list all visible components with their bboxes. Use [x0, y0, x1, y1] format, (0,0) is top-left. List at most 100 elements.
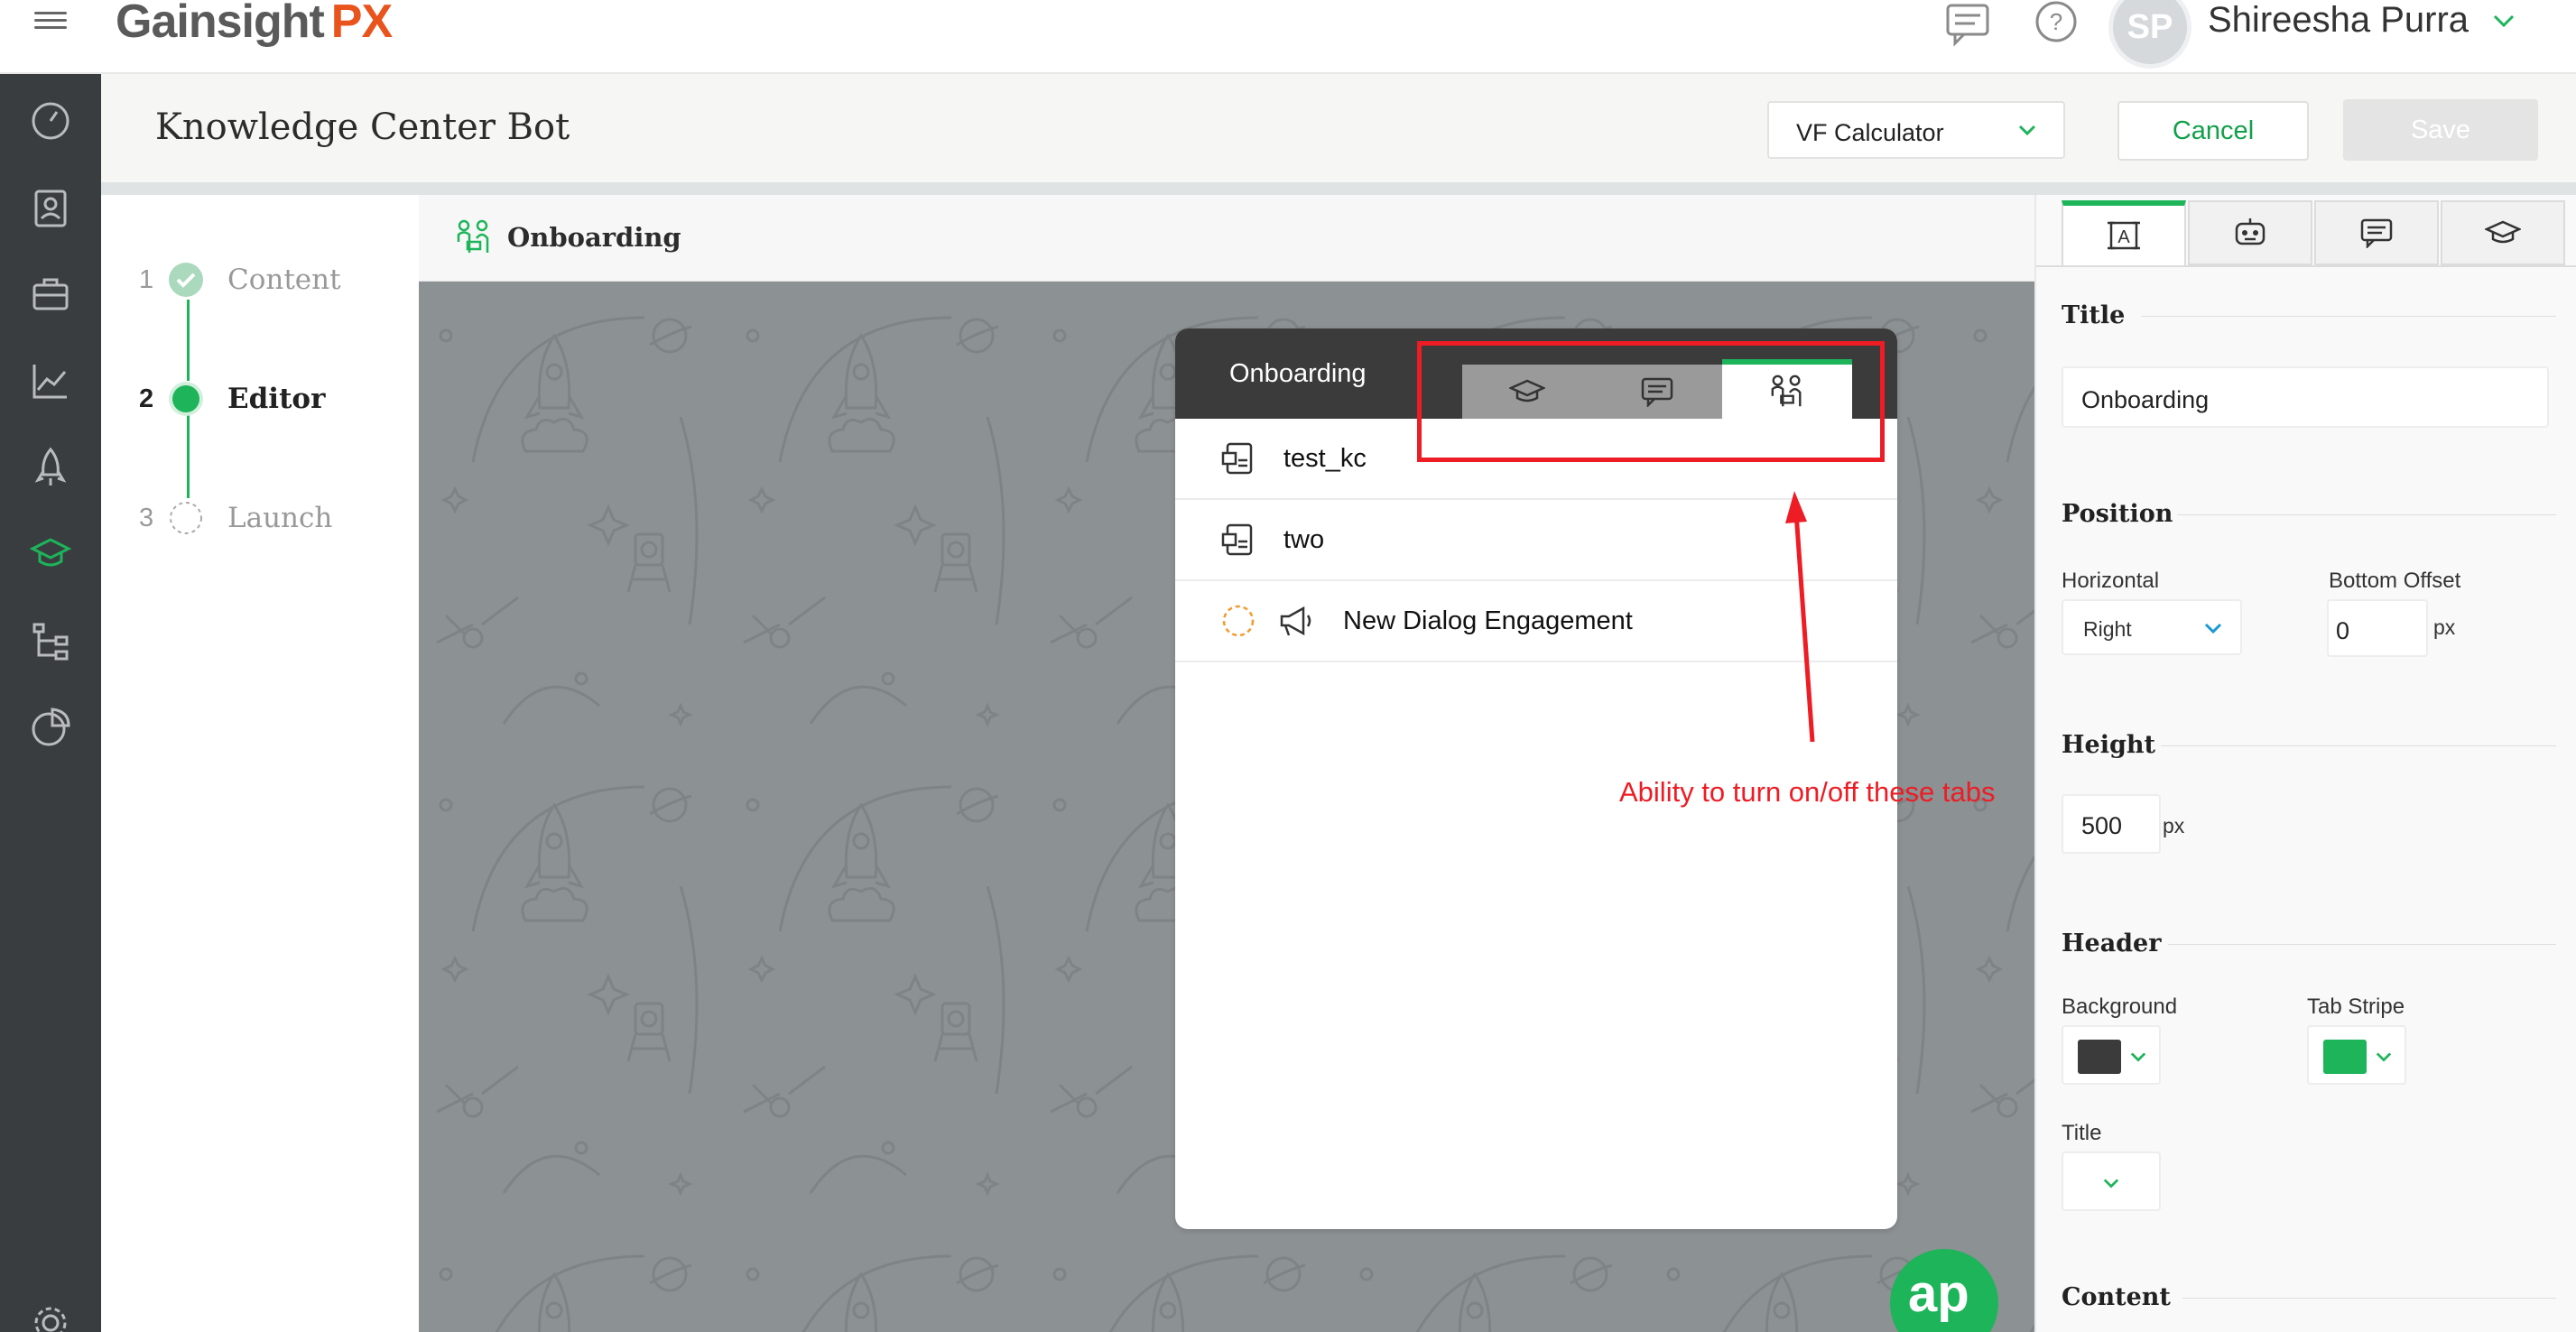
- app-logo[interactable]: Gainsight PX: [116, 0, 393, 49]
- help-icon[interactable]: ?: [2031, 0, 2081, 51]
- background-color-label: Background: [2062, 994, 2178, 1019]
- step-number: 2: [139, 384, 154, 413]
- line-chart-icon[interactable]: [23, 354, 78, 408]
- dashed-circle-icon: [170, 502, 202, 534]
- article-icon: [1221, 442, 1253, 475]
- section-position-heading: Position: [2062, 500, 2173, 528]
- horizontal-select-value: Right: [2083, 617, 2132, 641]
- tab-stripe-color-label: Tab Stripe: [2307, 994, 2405, 1019]
- section-divider: [2141, 316, 2556, 317]
- hamburger-menu-icon[interactable]: [34, 7, 67, 32]
- annotation-text: Ability to turn on/off these tabs: [1619, 776, 1996, 808]
- stepper: 1 Content 2 Editor 3 Launch: [101, 195, 419, 1332]
- step-label: Editor: [227, 383, 326, 415]
- chevron-down-icon: [2130, 1052, 2146, 1062]
- panel-tab-divider: [2036, 265, 2576, 267]
- section-header-heading: Header: [2062, 930, 2162, 957]
- chevron-down-icon[interactable]: [2488, 7, 2520, 34]
- pie-chart-icon[interactable]: [23, 700, 78, 754]
- widget-title: Onboarding: [1229, 359, 1367, 388]
- avatar-initials: SP: [2127, 7, 2173, 46]
- step-label: Launch: [227, 502, 333, 534]
- step-number: 3: [139, 503, 154, 532]
- list-item-label: test_kc: [1283, 443, 1367, 473]
- bottom-offset-label: Bottom Offset: [2329, 569, 2461, 593]
- section-divider: [2182, 1298, 2556, 1299]
- product-select-value: VF Calculator: [1796, 119, 1944, 146]
- section-divider: [2161, 745, 2556, 746]
- background-color-picker[interactable]: [2062, 1025, 2161, 1085]
- tab-stripe-color-picker[interactable]: [2307, 1025, 2406, 1085]
- annotation-arrow: [1785, 491, 1815, 743]
- horizontal-select[interactable]: Right: [2062, 599, 2242, 655]
- panel-tab-bot[interactable]: [2188, 200, 2312, 265]
- article-icon: [1221, 523, 1253, 556]
- cancel-button[interactable]: Cancel: [2117, 101, 2309, 161]
- rocket-icon[interactable]: [23, 440, 78, 495]
- list-item-label: two: [1283, 524, 1325, 554]
- panel-tab-general[interactable]: A: [2062, 200, 2186, 265]
- chevron-down-icon: [2204, 623, 2222, 634]
- text-frame-icon: A: [2108, 221, 2140, 250]
- dashed-circle-icon: [1222, 605, 1255, 637]
- list-item-label: New Dialog Engagement: [1343, 606, 1633, 635]
- section-height-heading: Height: [2062, 731, 2155, 759]
- briefcase-icon[interactable]: [23, 267, 78, 321]
- svg-text:?: ?: [2050, 8, 2062, 35]
- svg-text:A: A: [2117, 227, 2130, 247]
- logo-text: Gainsight: [116, 0, 325, 48]
- step-launch[interactable]: 3 Launch: [139, 500, 332, 536]
- section-title-heading: Title: [2062, 301, 2126, 329]
- bottom-offset-input[interactable]: 0: [2327, 599, 2428, 657]
- step-content[interactable]: 1 Content: [139, 262, 341, 298]
- chevron-down-icon: [2103, 1179, 2119, 1189]
- height-input[interactable]: 500: [2062, 794, 2161, 854]
- chat-bubble-icon: [2360, 218, 2393, 248]
- panel-tab-chat[interactable]: [2314, 200, 2439, 265]
- tab-stripe-color-swatch: [2323, 1040, 2367, 1074]
- step-label: Content: [227, 264, 341, 296]
- check-circle-icon: [169, 263, 203, 297]
- step-editor[interactable]: 2 Editor: [139, 381, 325, 417]
- megaphone-icon: [1280, 606, 1311, 636]
- active-step-circle-icon: [169, 382, 203, 416]
- ap-launcher-label: ap: [1908, 1264, 1969, 1323]
- save-button[interactable]: Save: [2343, 99, 2538, 161]
- page-header: Knowledge Center Bot VF Calculator Cance…: [101, 74, 2576, 182]
- background-color-swatch: [2078, 1040, 2121, 1074]
- horizontal-label: Horizontal: [2062, 569, 2160, 593]
- properties-panel: A Title Onboarding Position Horizontal R…: [2034, 195, 2576, 1332]
- section-content-heading: Content: [2062, 1283, 2171, 1311]
- step-number: 1: [139, 264, 154, 294]
- logo-accent-text: PX: [330, 0, 393, 48]
- step-connector: [187, 415, 190, 498]
- left-nav-rail: [0, 74, 101, 1332]
- people-card-icon[interactable]: [23, 180, 78, 235]
- onboarding-people-icon: [457, 219, 489, 253]
- user-name[interactable]: Shireesha Purra: [2208, 0, 2469, 41]
- top-bar: Gainsight PX ? SP Shireesha Purra: [0, 0, 2576, 74]
- header-divider: [101, 182, 2576, 195]
- dashboard-gauge-icon[interactable]: [23, 94, 78, 148]
- graduation-cap-icon: [2485, 220, 2521, 244]
- gear-icon[interactable]: [23, 1296, 78, 1332]
- panel-tab-courses[interactable]: [2441, 200, 2565, 265]
- header-title-color-picker[interactable]: [2062, 1152, 2161, 1211]
- step-connector: [187, 300, 190, 381]
- canvas-header: Onboarding: [419, 195, 2034, 282]
- annotation-highlight-box: [1417, 341, 1885, 462]
- tree-hierarchy-icon[interactable]: [23, 614, 78, 668]
- graduation-cap-icon[interactable]: [23, 527, 78, 581]
- header-title-color-label: Title: [2062, 1121, 2102, 1145]
- section-divider: [2168, 944, 2556, 945]
- avatar[interactable]: SP: [2108, 0, 2191, 69]
- product-select[interactable]: VF Calculator: [1767, 101, 2065, 159]
- chevron-down-icon: [2018, 125, 2036, 136]
- bot-icon: [2235, 218, 2266, 245]
- page-title: Knowledge Center Bot: [155, 106, 570, 148]
- title-input[interactable]: Onboarding: [2062, 366, 2549, 428]
- chat-bubble-icon[interactable]: [1942, 0, 1993, 51]
- section-divider: [2177, 514, 2556, 515]
- chevron-down-icon: [2376, 1052, 2392, 1062]
- bottom-offset-unit: px: [2433, 615, 2456, 639]
